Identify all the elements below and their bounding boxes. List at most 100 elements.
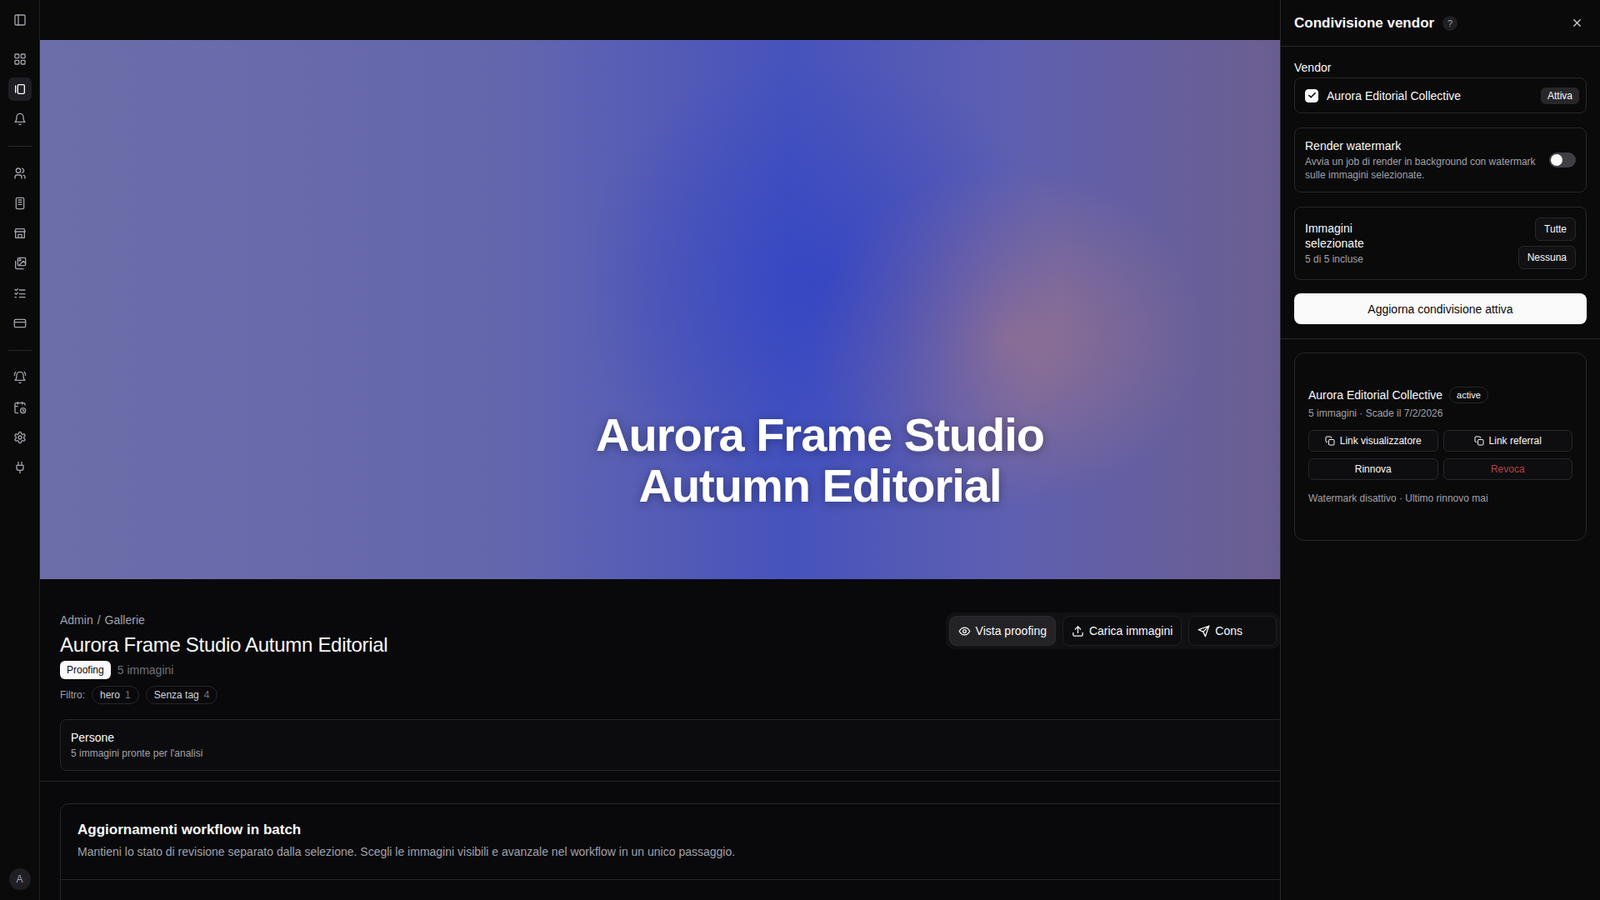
breadcrumb-item[interactable]: Admin — [60, 612, 94, 628]
bellring-icon — [13, 370, 27, 385]
share-status: active — [1449, 386, 1489, 404]
breadcrumb-separator: / — [97, 612, 101, 628]
images-button[interactable]: Nessuna — [1518, 245, 1576, 270]
status-row: Proofing 5 immagini — [60, 660, 933, 680]
vendor-row[interactable]: Aurora Editorial Collective Attiva — [1294, 77, 1587, 114]
copy-icon — [1325, 435, 1335, 446]
watermark-toggle[interactable] — [1549, 152, 1576, 168]
images-card: Immagini selezionate5 di 5 incluse Tutte N… — [1294, 206, 1587, 280]
vendor-name: Aurora Editorial Collective — [1326, 89, 1533, 103]
close-icon — [1570, 16, 1584, 30]
status-badge: Proofing — [60, 660, 111, 680]
images-title: Immagini selezionate — [1305, 220, 1385, 251]
images-button[interactable]: Tutte — [1535, 217, 1576, 241]
images-buttons: Tutte Nessuna — [1518, 217, 1576, 270]
chip-count: 4 — [204, 688, 210, 702]
share-button-label: Link visualizzatore — [1340, 435, 1422, 447]
sidebar-item[interactable] — [8, 221, 32, 245]
store-icon — [13, 226, 27, 240]
sidebar-item[interactable] — [8, 191, 32, 215]
share-button[interactable]: Revoca — [1443, 458, 1574, 480]
images-summary: 5 di 5 incluse — [1305, 252, 1385, 266]
share-meta: 5 immagini · Scade il 7/2/2026 — [1308, 406, 1573, 420]
book-icon — [13, 196, 27, 210]
sidebar-item[interactable] — [8, 311, 32, 335]
sidebar: A — [0, 0, 40, 900]
filter-row: Filtro:hero1Senza tag4 — [60, 685, 933, 705]
sidebar-toggle[interactable] — [8, 8, 32, 32]
users-icon — [13, 166, 27, 180]
hero-title: Aurora Frame StudioAutumn Editorial — [595, 410, 1045, 511]
share-card: Aurora Editorial Collectiveactive 5 immag… — [1294, 352, 1587, 541]
sidebar-item[interactable] — [8, 251, 32, 275]
vendor-checkbox[interactable] — [1305, 89, 1319, 103]
plug-icon — [13, 460, 27, 475]
filter-chip[interactable]: Senza tag 4 — [145, 685, 219, 705]
help-button[interactable]: ? — [1442, 15, 1458, 31]
upload-icon — [1071, 625, 1085, 638]
action-group: Vista proofing Carica immagini Cons — [945, 612, 1280, 650]
action-button[interactable]: Cons — [1188, 615, 1277, 646]
toggle-knob — [1550, 154, 1563, 166]
sidebar-item[interactable] — [8, 365, 32, 390]
watermark-description: Avvia un job di render in background con… — [1305, 155, 1540, 182]
sidebar-separator — [8, 145, 32, 147]
hero-title-line: Aurora Frame Studio — [595, 410, 1045, 460]
app-root: A Aurora Frame StudioAutumn Editorial Admi… — [0, 0, 1600, 900]
watermark-text: Render watermarkAvvia un job di render i… — [1305, 138, 1540, 182]
sidebar-separator — [8, 350, 32, 351]
breadcrumb-item[interactable]: Gallerie — [105, 612, 145, 628]
action-label: Vista proofing — [975, 624, 1047, 638]
breadcrumb: Admin/Gallerie — [60, 612, 933, 628]
close-button[interactable] — [1567, 13, 1587, 33]
gallery-title: Aurora Frame Studio Autumn Editorial — [60, 632, 933, 658]
calendar-icon — [13, 400, 27, 415]
hero-title-line: Autumn Editorial — [638, 460, 1001, 511]
images-text: Immagini selezionate5 di 5 incluse — [1305, 220, 1385, 266]
sidebar-group — [8, 362, 32, 483]
vendor-block: Vendor Aurora Editorial Collective Attiva — [1294, 60, 1587, 114]
share-form: Vendor Aurora Editorial Collective Attiva R… — [1280, 46, 1600, 340]
sidebar-item[interactable] — [8, 47, 32, 71]
chip-count: 1 — [125, 688, 131, 702]
action-label: Cons — [1215, 624, 1243, 638]
sidebar-item[interactable] — [8, 281, 32, 305]
share-button-label: Link referral — [1489, 435, 1542, 447]
chip-label: Senza tag — [154, 688, 200, 702]
action-button[interactable]: Carica immagini — [1062, 615, 1182, 646]
update-share-button[interactable]: Aggiorna condivisione attiva — [1294, 293, 1587, 325]
eye-icon — [958, 625, 971, 638]
share-button-label: Revoca — [1490, 463, 1525, 475]
share-button[interactable]: Link referral — [1443, 430, 1574, 452]
images-icon — [13, 256, 27, 270]
share-header: Aurora Editorial Collectiveactive — [1308, 386, 1573, 404]
vendor-status: Attiva — [1540, 87, 1580, 105]
sidebar-item[interactable] — [8, 425, 32, 450]
watermark-card: Render watermarkAvvia un job di render i… — [1294, 127, 1587, 193]
panel-title: Condivisione vendor — [1294, 15, 1435, 32]
sidebar-group — [8, 44, 32, 135]
sidebar-item[interactable] — [8, 161, 32, 185]
vendor-share-panel: Condivisione vendor? Vendor Aurora Editori… — [1280, 0, 1600, 900]
sidebar-item[interactable] — [8, 455, 32, 480]
gallery-icon — [13, 82, 27, 96]
bell-icon — [13, 112, 27, 126]
sidebar-item[interactable] — [8, 395, 32, 420]
panel-icon — [13, 13, 27, 27]
filter-chip[interactable]: hero 1 — [91, 685, 140, 705]
chip-label: hero — [100, 688, 120, 702]
sidebar-item[interactable] — [8, 77, 32, 101]
share-button[interactable]: Rinnova — [1308, 458, 1439, 480]
action-label: Carica immagini — [1089, 624, 1173, 638]
share-footer: Watermark disattivo · Ultimo rinnovo mai — [1308, 491, 1573, 505]
share-button[interactable]: Link visualizzatore — [1308, 430, 1439, 452]
gear-icon — [13, 430, 27, 445]
image-count: 5 immagini — [117, 663, 175, 677]
card-icon — [13, 316, 27, 330]
user-avatar[interactable]: A — [9, 868, 31, 890]
action-button[interactable]: Vista proofing — [949, 615, 1056, 646]
check-icon — [1307, 90, 1317, 100]
sidebar-item[interactable] — [8, 107, 32, 131]
send-icon — [1197, 625, 1210, 638]
vendor-label: Vendor — [1294, 60, 1587, 75]
